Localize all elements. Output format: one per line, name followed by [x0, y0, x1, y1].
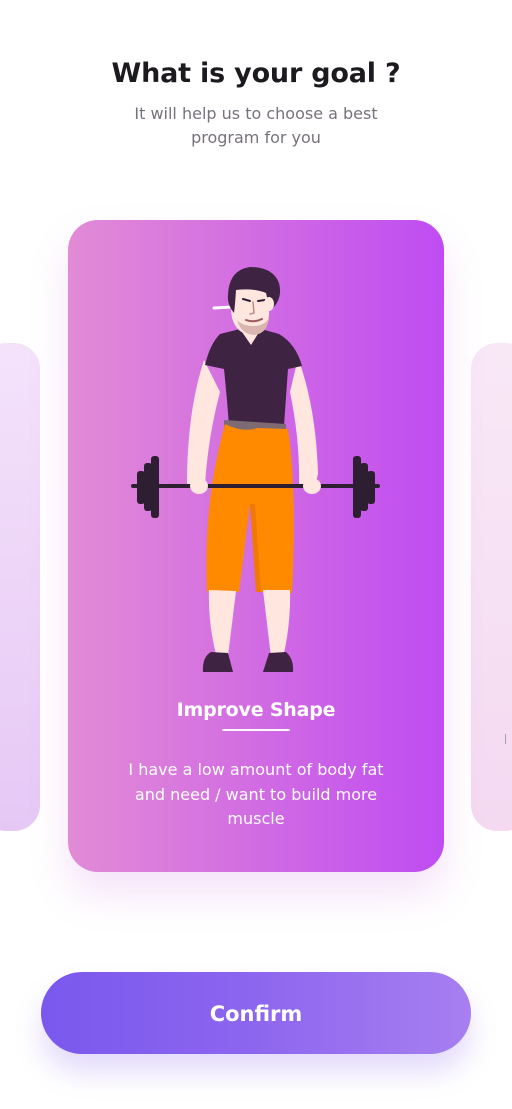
left-shoe [202, 652, 233, 672]
left-hand [190, 478, 208, 494]
page-subtitle: It will help us to choose a best program… [134, 104, 378, 147]
left-middle-plate [144, 463, 152, 511]
goal-title-underline [222, 729, 290, 731]
goal-card-previous[interactable] [0, 343, 40, 831]
left-inner-plate [137, 471, 145, 504]
goal-card-selected[interactable]: Improve Shape I have a low amount of bod… [68, 220, 444, 872]
right-middle-plate [360, 463, 368, 511]
goal-title: Improve Shape [176, 699, 336, 721]
pants [206, 424, 294, 593]
right-hand [303, 478, 321, 494]
goal-card-next[interactable] [471, 343, 512, 831]
left-outer-plate [151, 456, 159, 518]
right-inner-plate [367, 471, 375, 504]
confirm-button[interactable]: Confirm [41, 972, 471, 1054]
ear [264, 297, 274, 311]
right-arm [290, 358, 318, 489]
shirt [205, 329, 302, 426]
left-lower-leg [208, 590, 236, 658]
right-lower-leg [263, 590, 291, 658]
weightlifter-illustration [131, 267, 380, 672]
barbell-bar [131, 484, 380, 488]
page-title: What is your goal ? [111, 58, 401, 89]
right-outer-plate [353, 456, 361, 518]
goal-description: I have a low amount of body fat and need… [128, 760, 384, 828]
next-card-indicator [505, 734, 506, 744]
right-shoe [263, 652, 294, 672]
